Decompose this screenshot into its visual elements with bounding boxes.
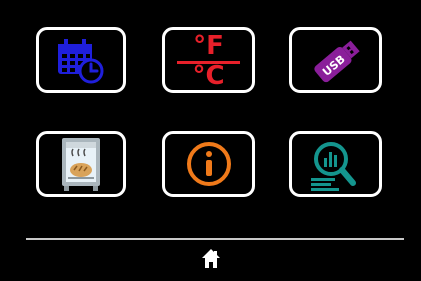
magnifier-chart-icon	[310, 142, 356, 191]
calendar-clock-icon	[58, 39, 104, 84]
info-icon	[186, 142, 231, 186]
usb-drive-icon: USB	[313, 40, 360, 83]
fahrenheit-label: °F	[193, 31, 224, 61]
analytics-button[interactable]	[289, 131, 382, 197]
temperature-units-icon: °F °C	[165, 30, 252, 90]
footer-divider	[26, 238, 404, 240]
home-icon[interactable]	[201, 248, 221, 270]
temperature-units-button[interactable]: °F °C	[162, 27, 255, 93]
usb-button[interactable]: USB	[289, 27, 382, 93]
celsius-label: °C	[192, 61, 225, 91]
info-button[interactable]	[162, 131, 255, 197]
oven-button[interactable]	[36, 131, 126, 197]
oven-bread-icon	[62, 138, 100, 191]
schedule-button[interactable]	[36, 27, 126, 93]
